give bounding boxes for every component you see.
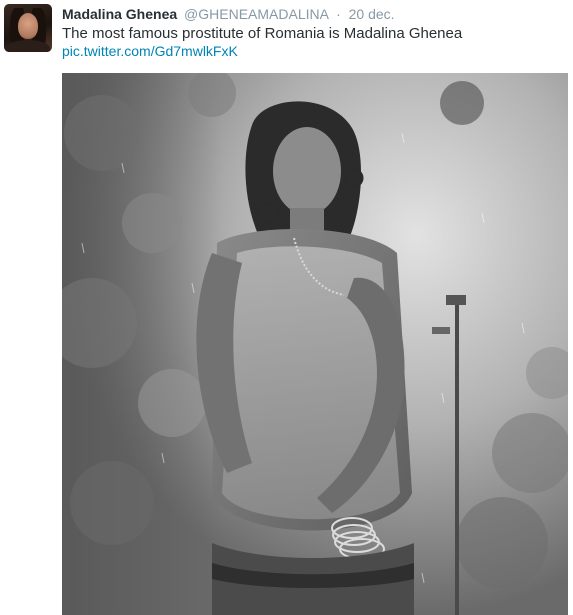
author-name[interactable]: Madalina Ghenea xyxy=(62,6,177,22)
avatar-shoulders xyxy=(6,40,50,52)
photo-figure-face xyxy=(273,127,341,215)
separator-dot: · xyxy=(336,6,341,22)
avatar-face xyxy=(18,13,38,39)
tweet-media-link[interactable]: pic.twitter.com/Gd7mwlkFxK xyxy=(62,43,238,59)
author-handle[interactable]: @GHENEAMADALINA xyxy=(184,6,328,22)
avatar[interactable] xyxy=(4,4,52,52)
tweet-text: The most famous prostitute of Romania is… xyxy=(62,25,463,42)
tweet-header: Madalina Ghenea @GHENEAMADALINA · 20 dec… xyxy=(62,6,395,22)
tweet-photo[interactable] xyxy=(62,73,568,615)
tweet-timestamp[interactable]: 20 dec. xyxy=(349,6,395,22)
tweet-photo-image xyxy=(62,73,568,615)
